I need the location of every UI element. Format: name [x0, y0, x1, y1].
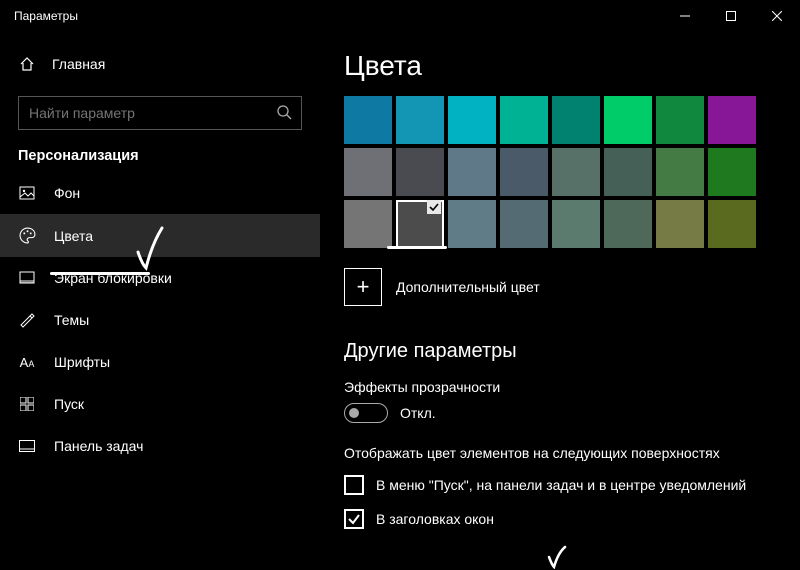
color-swatch[interactable] — [396, 148, 444, 196]
sidebar-item-start[interactable]: Пуск — [0, 383, 320, 425]
color-swatch[interactable] — [448, 148, 496, 196]
sidebar-item-label: Пуск — [54, 396, 84, 412]
color-swatch[interactable] — [656, 96, 704, 144]
more-options-heading: Другие параметры — [344, 340, 776, 363]
add-custom-color-button[interactable]: + — [344, 268, 382, 306]
toggle-knob — [349, 408, 359, 418]
home-label: Главная — [52, 56, 105, 72]
sidebar-item-lockscreen[interactable]: Экран блокировки — [0, 257, 320, 299]
color-swatch[interactable] — [396, 96, 444, 144]
sidebar-item-themes[interactable]: Темы — [0, 299, 320, 341]
sidebar-item-label: Фон — [54, 185, 80, 201]
window-title: Параметры — [14, 9, 78, 23]
transparency-toggle[interactable] — [344, 403, 388, 423]
home-link[interactable]: Главная — [0, 46, 320, 82]
sidebar-item-taskbar[interactable]: Панель задач — [0, 425, 320, 467]
color-swatch[interactable] — [604, 96, 652, 144]
lockscreen-icon — [18, 270, 36, 286]
window-controls — [662, 0, 800, 32]
palette-icon — [18, 227, 36, 244]
color-grid — [344, 96, 776, 248]
color-swatch[interactable] — [708, 200, 756, 248]
maximize-button[interactable] — [708, 0, 754, 32]
color-swatch[interactable] — [656, 200, 704, 248]
color-swatch[interactable] — [604, 200, 652, 248]
color-swatch[interactable] — [552, 200, 600, 248]
sidebar-item-fonts[interactable]: AA Шрифты — [0, 341, 320, 383]
color-swatch[interactable] — [344, 200, 392, 248]
home-icon — [18, 56, 36, 72]
sidebar-item-label: Панель задач — [54, 438, 143, 454]
checkbox-unchecked-icon — [344, 475, 364, 495]
taskbar-icon — [18, 440, 36, 452]
color-swatch[interactable] — [500, 148, 548, 196]
color-swatch[interactable] — [552, 96, 600, 144]
checkbox-checked-icon — [344, 509, 364, 529]
sidebar-item-label: Экран блокировки — [54, 270, 172, 286]
color-swatch[interactable] — [656, 148, 704, 196]
sidebar-item-label: Темы — [54, 312, 89, 328]
color-swatch[interactable] — [448, 96, 496, 144]
titlebar: Параметры — [0, 0, 800, 32]
sidebar-item-label: Цвета — [54, 228, 93, 244]
color-swatch[interactable] — [500, 200, 548, 248]
color-swatch[interactable] — [708, 96, 756, 144]
selected-check-icon — [427, 200, 441, 214]
surfaces-label: Отображать цвет элементов на следующих п… — [344, 445, 776, 461]
themes-icon — [18, 312, 36, 328]
checkbox-titlebars[interactable]: В заголовках окон — [344, 509, 776, 529]
color-swatch[interactable] — [344, 96, 392, 144]
close-button[interactable] — [754, 0, 800, 32]
color-swatch[interactable] — [500, 96, 548, 144]
sidebar: Главная Персонализация Фон Цвета Экран б… — [0, 32, 320, 570]
color-swatch[interactable] — [344, 148, 392, 196]
sidebar-item-colors[interactable]: Цвета — [0, 214, 320, 257]
search-icon — [276, 104, 292, 125]
section-label: Персонализация — [0, 148, 320, 172]
color-swatch[interactable] — [448, 200, 496, 248]
transparency-label: Эффекты прозрачности — [344, 379, 776, 395]
content: Цвета + Дополнительный цвет Другие парам… — [320, 32, 800, 570]
color-swatch[interactable] — [396, 200, 444, 248]
minimize-button[interactable] — [662, 0, 708, 32]
color-swatch[interactable] — [604, 148, 652, 196]
checkbox-label: В меню "Пуск", на панели задач и в центр… — [376, 477, 746, 493]
checkbox-label: В заголовках окон — [376, 511, 494, 527]
color-swatch[interactable] — [552, 148, 600, 196]
checkbox-start-taskbar[interactable]: В меню "Пуск", на панели задач и в центр… — [344, 475, 776, 495]
fonts-icon: AA — [18, 355, 36, 370]
search-wrap — [18, 96, 302, 130]
start-icon — [18, 397, 36, 411]
sidebar-item-label: Шрифты — [54, 354, 110, 370]
custom-color-label: Дополнительный цвет — [396, 279, 540, 295]
search-input[interactable] — [18, 96, 302, 130]
picture-icon — [18, 185, 36, 201]
transparency-state: Откл. — [400, 405, 436, 421]
sidebar-item-background[interactable]: Фон — [0, 172, 320, 214]
color-swatch[interactable] — [708, 148, 756, 196]
page-title: Цвета — [344, 50, 776, 82]
